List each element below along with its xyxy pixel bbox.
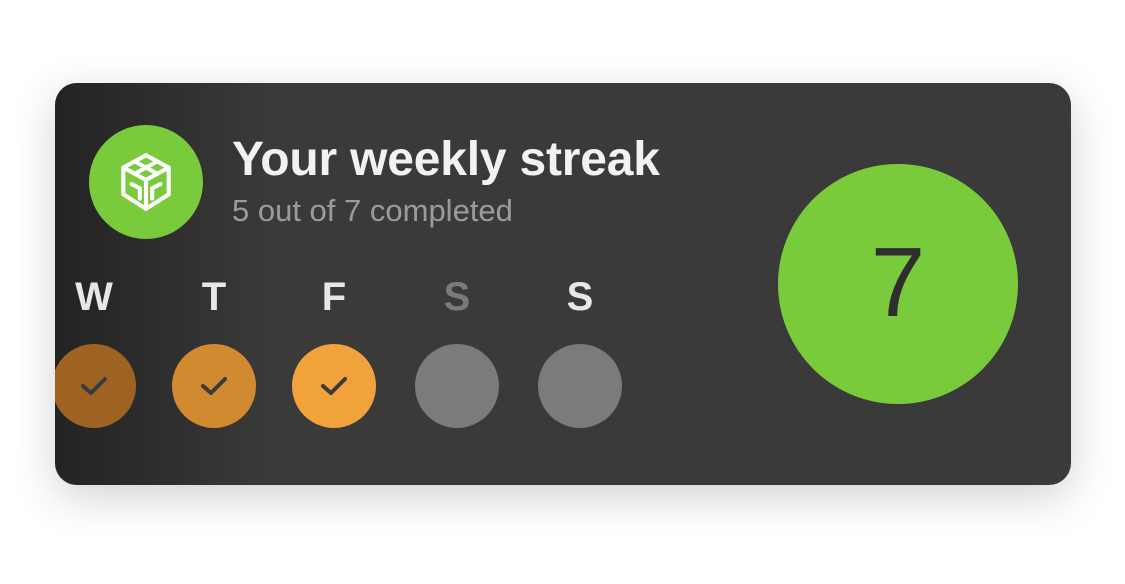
card-title: Your weekly streak [232,133,660,186]
day-friday[interactable]: F [289,275,379,445]
day-letter: W [75,275,113,319]
streak-count-badge: 7 [778,164,1018,404]
day-status-completed [55,344,136,428]
day-status-pending [538,344,622,428]
card-subtitle: 5 out of 7 completed [232,193,513,228]
day-letter: S [566,275,594,319]
cube-icon [113,149,179,215]
day-letter: T [201,275,227,319]
weekly-streak-card: Your weekly streak 5 out of 7 completed … [55,83,1071,485]
check-icon [321,377,347,395]
check-icon [201,377,227,395]
day-status-pending [415,344,499,428]
day-thursday[interactable]: T [169,275,259,445]
day-status-completed [292,344,376,428]
check-icon [81,377,107,395]
day-letter: F [321,275,347,319]
day-saturday[interactable]: S [412,275,502,445]
streak-count: 7 [870,227,926,337]
day-wednesday[interactable]: W [55,275,139,445]
day-sunday[interactable]: S [535,275,625,445]
week-days: W T F S S [55,275,622,455]
app-badge [89,125,203,239]
day-status-completed [172,344,256,428]
day-letter: S [443,275,471,319]
